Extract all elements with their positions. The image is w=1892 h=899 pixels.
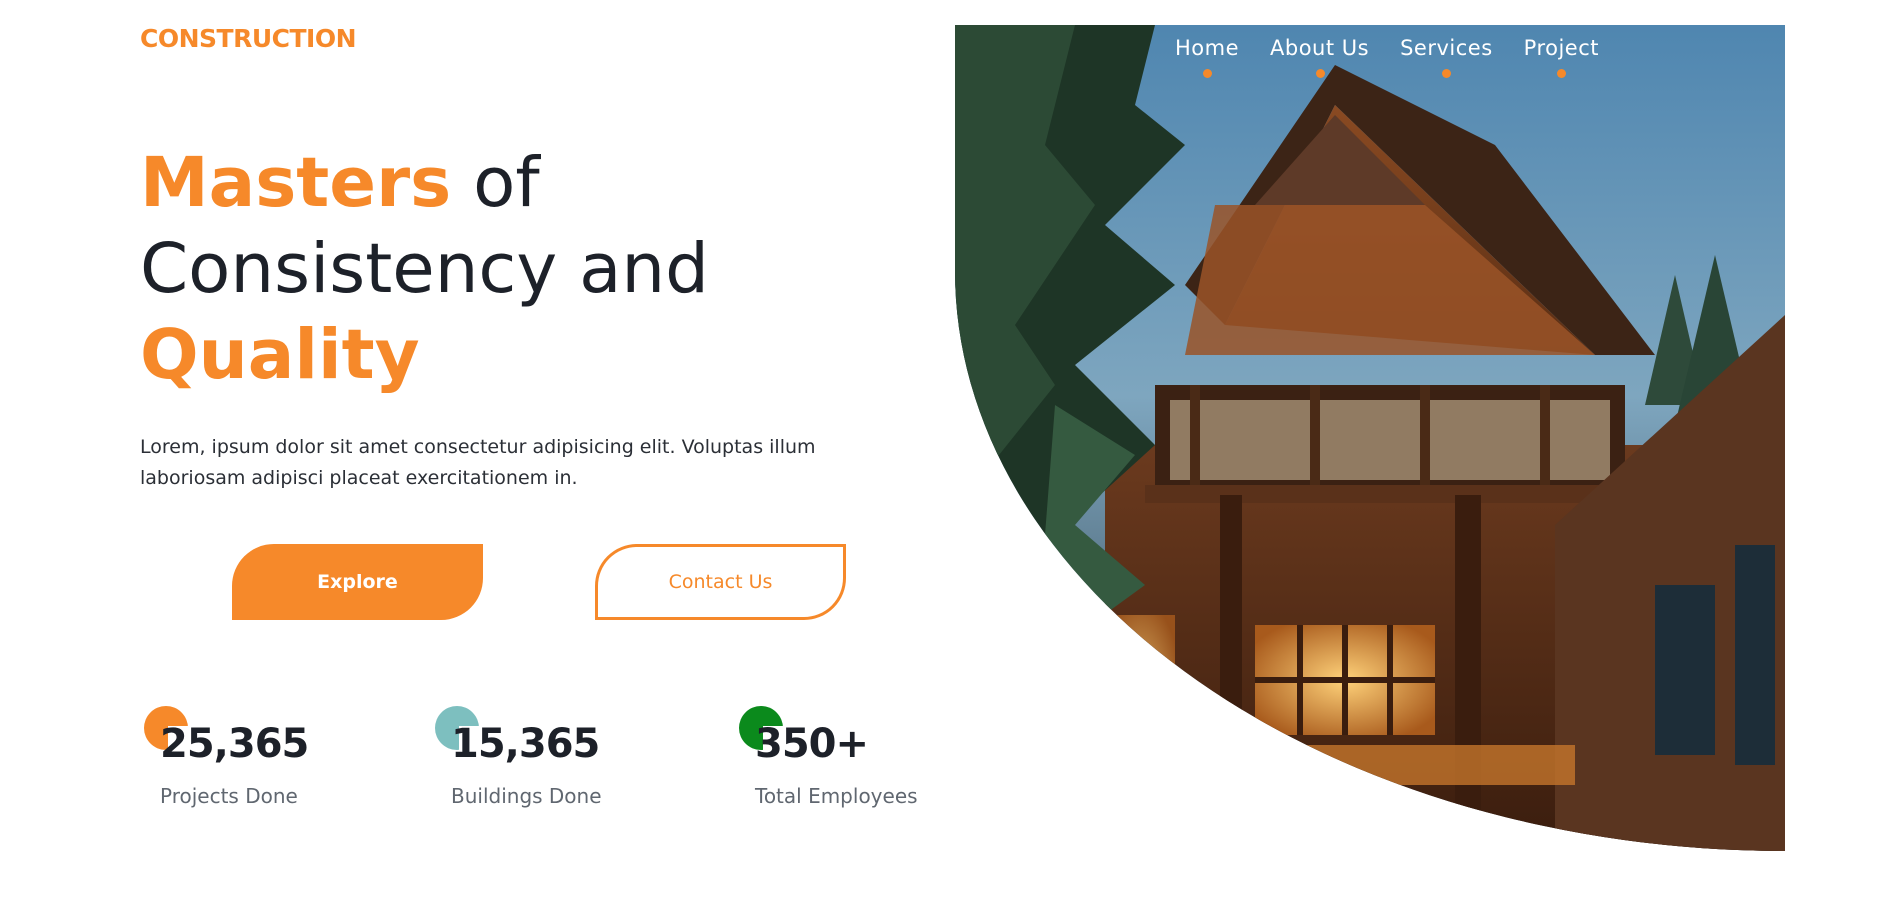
stat-buildings-done: 15,365 Buildings Done [435,706,602,808]
nav-indicator-dot [1315,69,1325,78]
stat-projects-done: 25,365 Projects Done [144,706,309,808]
stat-label: Buildings Done [451,784,602,808]
nav-indicator-dot [1203,69,1212,78]
hero-description: Lorem, ipsum dolor sit amet consectetur … [140,436,816,489]
contact-us-button[interactable]: Contact Us [595,544,846,620]
stat-value: 350+ [755,721,869,767]
nav-item-about-us[interactable]: About Us [1270,36,1370,78]
top-navigation: Home About Us Services Project [1175,36,1630,78]
headline-of: of [451,143,540,223]
brand-logo[interactable]: CONSTRUCTION [140,24,357,53]
stat-label: Projects Done [160,784,298,808]
nav-item-services[interactable]: Services [1400,36,1493,78]
stat-value: 15,365 [451,721,600,767]
stat-value: 25,365 [160,721,309,767]
landing-page: CONSTRUCTION Masters of Consistency and … [0,0,1892,899]
nav-item-label: About Us [1270,36,1370,60]
headline-highlight-masters: Masters [140,143,452,223]
stat-label: Total Employees [755,784,918,808]
headline-highlight-quality: Quality [140,315,420,395]
headline-consistency: Consistency and [140,229,709,309]
nav-item-project[interactable]: Project [1523,36,1600,78]
hero-headline: Masters of Consistency and Quality [140,140,940,398]
nav-item-home[interactable]: Home [1175,36,1240,78]
house-illustration [955,25,1785,851]
nav-item-label: Home [1175,36,1240,60]
stat-total-employees: 350+ Total Employees [739,706,918,808]
nav-item-label: Services [1400,36,1493,60]
nav-item-label: Project [1523,36,1600,60]
explore-button[interactable]: Explore [232,544,483,620]
hero-house-image [955,25,1785,851]
